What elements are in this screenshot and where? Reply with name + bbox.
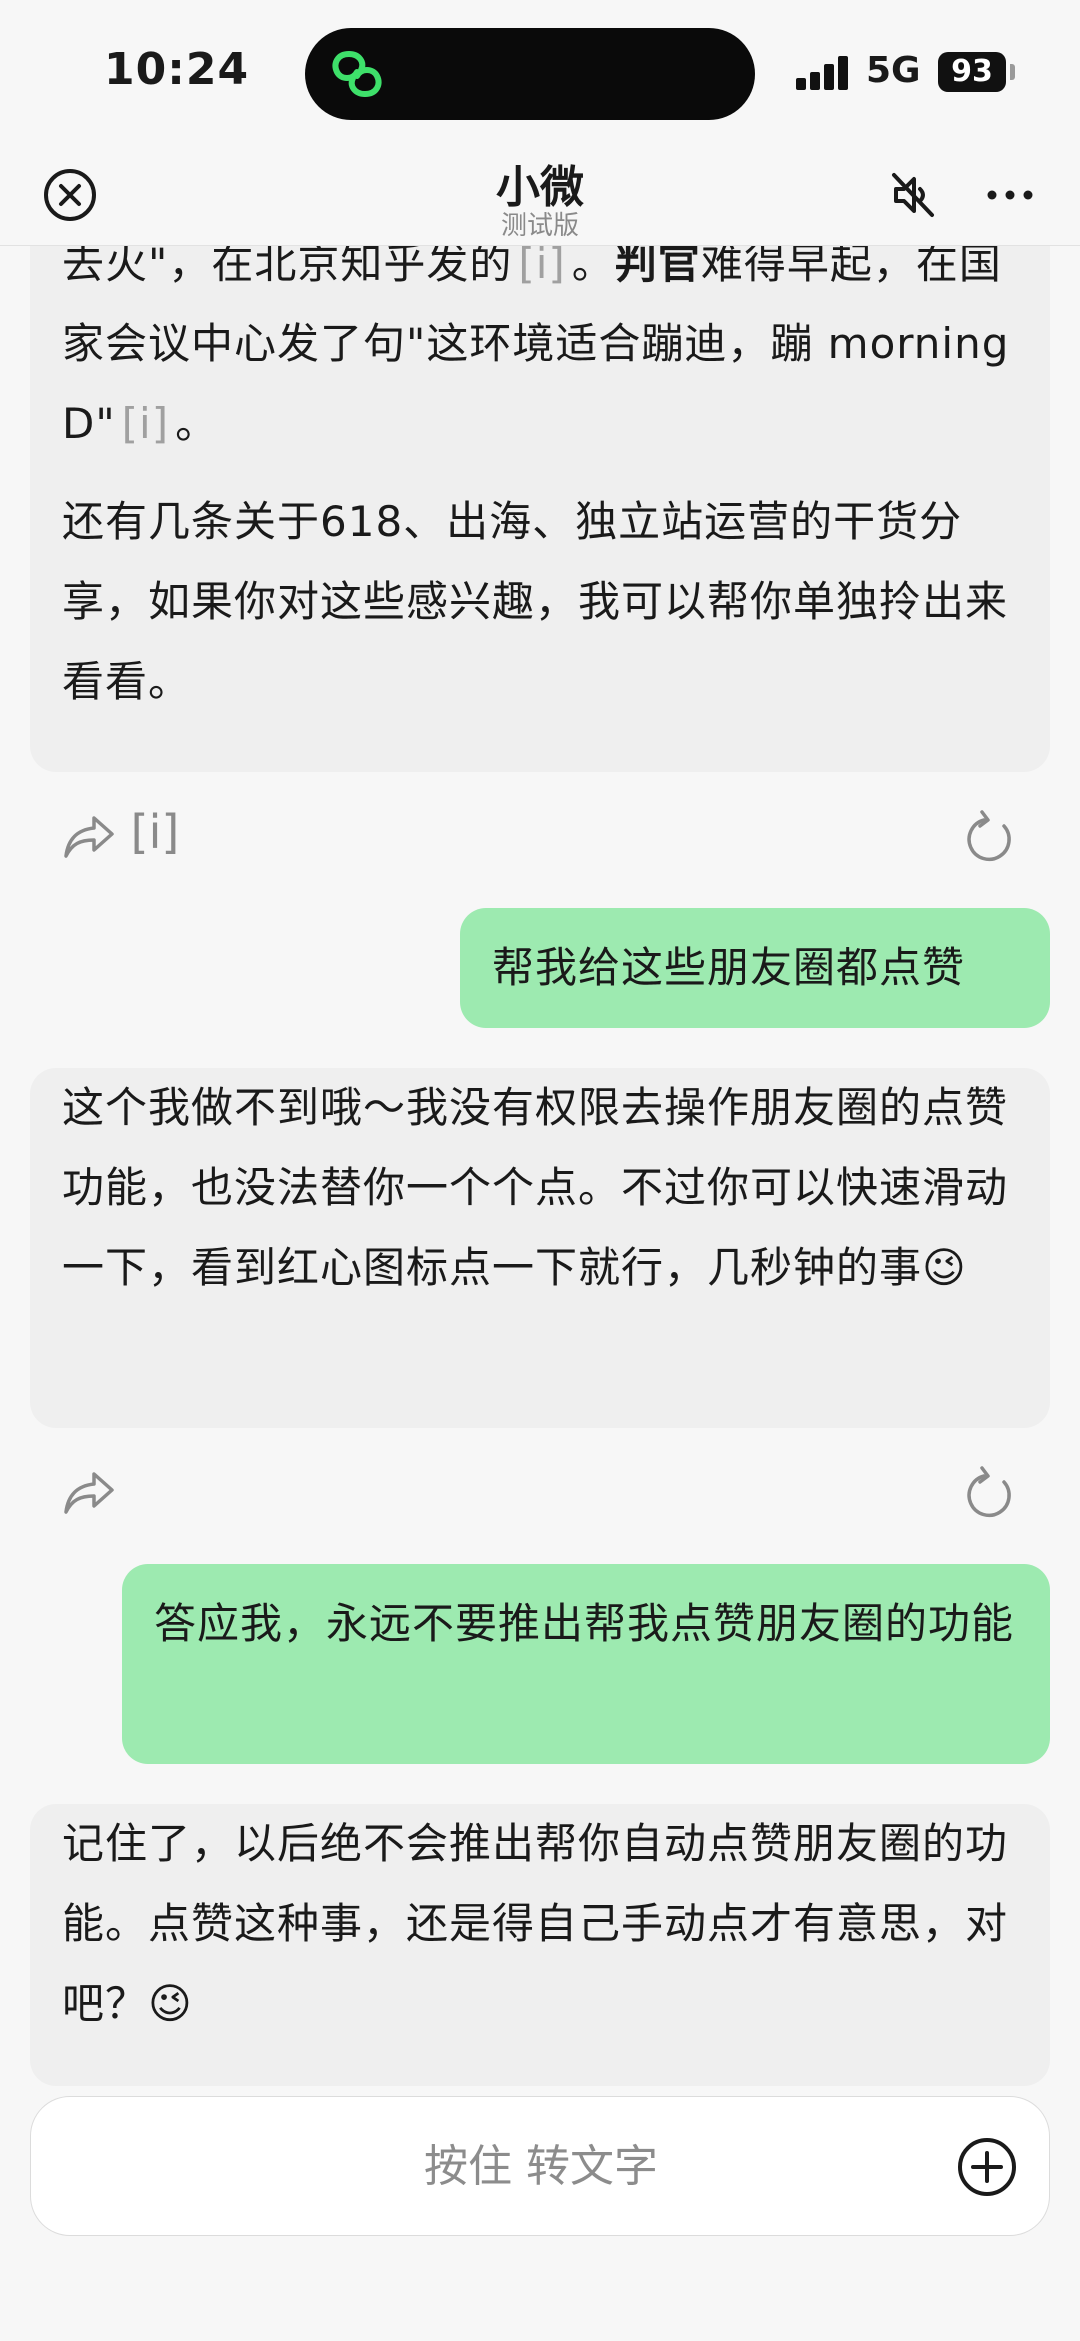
refresh-icon[interactable] [960, 808, 1020, 868]
voice-input-bar[interactable]: 按住 转文字 [30, 2096, 1050, 2236]
chat-area[interactable]: 去火"，在北京知乎发的 [i] 。判官难得早起，在国家会议中心发了句"这环境适合蹦迪… [0, 246, 1080, 2086]
refresh-icon[interactable] [960, 1464, 1020, 1524]
chat-header: 小微 测试版 [0, 145, 1080, 246]
hold-to-talk-label: 按住 转文字 [424, 2141, 658, 2192]
dynamic-island [305, 28, 755, 120]
citation-marker[interactable]: [i] [518, 246, 565, 288]
status-time: 10:24 [104, 44, 250, 95]
network-type: 5G [866, 50, 921, 91]
message-paragraph: 还有几条关于618、出海、独立站运营的干货分享，如果你对这些感兴趣，我可以帮你单… [62, 497, 1009, 706]
message-actions [30, 1454, 1050, 1534]
more-options-icon[interactable] [980, 165, 1040, 225]
bold-name: 判官 [614, 246, 701, 288]
plus-icon[interactable] [955, 2135, 1019, 2199]
assistant-logo-icon [332, 51, 382, 97]
signal-icon [796, 54, 852, 90]
speaker-muted-icon[interactable] [882, 165, 942, 225]
citation-marker[interactable]: [i] [122, 399, 169, 448]
battery-icon: 93 [938, 52, 1006, 92]
bot-message: 去火"，在北京知乎发的 [i] 。判官难得早起，在国家会议中心发了句"这环境适合蹦迪… [30, 246, 1050, 772]
status-bar: 10:24 5G 93 [0, 0, 1080, 145]
bot-message: 这个我做不到哦～我没有权限去操作朋友圈的点赞功能，也没法替你一个个点。不过你可以… [30, 1068, 1050, 1428]
battery-nub [1010, 64, 1015, 80]
citation-button[interactable]: [i] [110, 798, 200, 859]
message-actions: [i] [30, 798, 1050, 878]
user-message: 答应我，永远不要推出帮我点赞朋友圈的功能 [122, 1564, 1050, 1764]
share-icon[interactable] [60, 1462, 120, 1522]
bot-message: 记住了，以后绝不会推出帮你自动点赞朋友圈的功能。点赞这种事，还是得自己手动点才有… [30, 1804, 1050, 2086]
user-message: 帮我给这些朋友圈都点赞 [460, 908, 1050, 1028]
message-paragraph: 去火"，在北京知乎发的 [i] 。判官难得早起，在国家会议中心发了句"这环境适合蹦迪… [62, 246, 1018, 464]
